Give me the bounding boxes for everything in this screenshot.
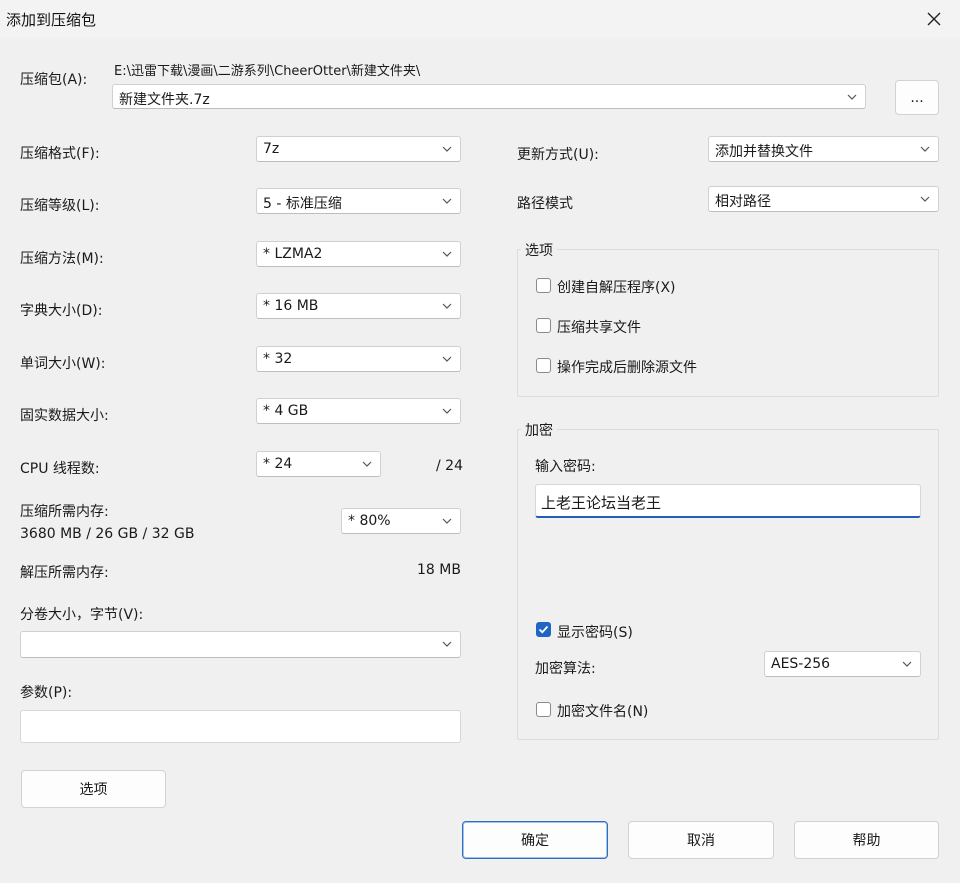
- checkmark-icon: [538, 625, 549, 634]
- chevron-down-icon: [442, 408, 452, 414]
- cpu-select[interactable]: * 24: [256, 451, 381, 477]
- word-value: * 32: [263, 351, 293, 367]
- volume-label: 分卷大小，字节(V):: [20, 607, 144, 623]
- word-label: 单词大小(W):: [20, 356, 106, 372]
- chevron-down-icon: [362, 461, 372, 467]
- chevron-down-icon: [847, 94, 857, 100]
- solid-label: 固实数据大小:: [20, 408, 109, 424]
- password-value: 上老王论坛当老王: [541, 494, 662, 512]
- enc-method-select[interactable]: AES-256: [764, 651, 921, 677]
- cpu-label: CPU 线程数:: [20, 461, 100, 477]
- options-button[interactable]: 选项: [21, 770, 166, 808]
- close-icon[interactable]: [920, 6, 948, 32]
- chevron-down-icon: [442, 146, 452, 152]
- ok-button[interactable]: 确定: [462, 821, 608, 859]
- level-select[interactable]: 5 - 标准压缩: [256, 188, 461, 214]
- window-title: 添加到压缩包: [6, 11, 97, 29]
- chevron-down-icon: [920, 196, 930, 202]
- browse-button[interactable]: ...: [895, 80, 939, 115]
- chevron-down-icon: [920, 146, 930, 152]
- params-label: 参数(P):: [20, 685, 73, 701]
- update-label: 更新方式(U):: [517, 147, 599, 163]
- archive-path: E:\迅雷下载\漫画\二游系列\CheerOtter\新建文件夹\: [114, 64, 421, 79]
- archive-name-combo[interactable]: 新建文件夹.7z: [112, 84, 866, 109]
- encryption-group-title: 加密: [521, 420, 557, 440]
- method-label: 压缩方法(M):: [20, 251, 104, 267]
- password-input[interactable]: 上老王论坛当老王: [535, 484, 921, 518]
- mem-percent-select[interactable]: * 80%: [341, 508, 461, 534]
- mem-decomp-value: 18 MB: [417, 562, 461, 578]
- format-select[interactable]: 7z: [256, 136, 461, 162]
- dict-value: * 16 MB: [263, 298, 319, 314]
- chevron-down-icon: [442, 198, 452, 204]
- mem-comp-label: 压缩所需内存:: [20, 504, 109, 520]
- archive-name-value: 新建文件夹.7z: [119, 92, 210, 108]
- chevron-down-icon: [902, 661, 912, 667]
- encrypt-names-label: 加密文件名(N): [557, 704, 649, 720]
- word-select[interactable]: * 32: [256, 346, 461, 372]
- format-value: 7z: [263, 141, 280, 157]
- solid-select[interactable]: * 4 GB: [256, 398, 461, 424]
- method-value: * LZMA2: [263, 246, 323, 262]
- sfx-checkbox[interactable]: [536, 278, 551, 293]
- delete-label: 操作完成后删除源文件: [557, 360, 697, 376]
- pathmode-label: 路径模式: [517, 196, 573, 212]
- mem-comp-detail: 3680 MB / 26 GB / 32 GB: [20, 526, 195, 542]
- pathmode-value: 相对路径: [715, 194, 771, 210]
- format-label: 压缩格式(F):: [20, 146, 100, 162]
- update-value: 添加并替换文件: [715, 144, 813, 160]
- password-label: 输入密码:: [535, 459, 596, 475]
- update-select[interactable]: 添加并替换文件: [708, 136, 939, 162]
- dict-label: 字典大小(D):: [20, 303, 103, 319]
- enc-method-label: 加密算法:: [535, 661, 596, 677]
- chevron-down-icon: [442, 356, 452, 362]
- level-label: 压缩等级(L):: [20, 198, 100, 214]
- level-value: 5 - 标准压缩: [263, 196, 342, 212]
- chevron-down-icon: [442, 518, 452, 524]
- dict-select[interactable]: * 16 MB: [256, 293, 461, 319]
- mem-decomp-label: 解压所需内存:: [20, 565, 109, 581]
- archive-label: 压缩包(A):: [20, 72, 88, 88]
- show-password-label: 显示密码(S): [557, 625, 633, 641]
- chevron-down-icon: [442, 251, 452, 257]
- solid-value: * 4 GB: [263, 403, 309, 419]
- shared-checkbox[interactable]: [536, 318, 551, 333]
- chevron-down-icon: [442, 303, 452, 309]
- show-password-checkbox[interactable]: [536, 622, 551, 637]
- options-group-title: 选项: [521, 240, 557, 260]
- params-input[interactable]: [20, 710, 461, 743]
- cpu-value: * 24: [263, 456, 293, 472]
- delete-checkbox[interactable]: [536, 358, 551, 373]
- cancel-button[interactable]: 取消: [628, 821, 774, 859]
- shared-label: 压缩共享文件: [557, 320, 641, 336]
- method-select[interactable]: * LZMA2: [256, 241, 461, 267]
- mem-percent-value: * 80%: [348, 513, 391, 529]
- enc-method-value: AES-256: [771, 656, 831, 672]
- encrypt-names-checkbox[interactable]: [536, 702, 551, 717]
- sfx-label: 创建自解压程序(X): [557, 280, 676, 296]
- chevron-down-icon: [442, 641, 452, 647]
- help-button[interactable]: 帮助: [794, 821, 939, 859]
- volume-combo[interactable]: [20, 631, 461, 658]
- title-bar: 添加到压缩包: [0, 0, 960, 38]
- pathmode-select[interactable]: 相对路径: [708, 186, 939, 212]
- cpu-max: / 24: [436, 458, 463, 474]
